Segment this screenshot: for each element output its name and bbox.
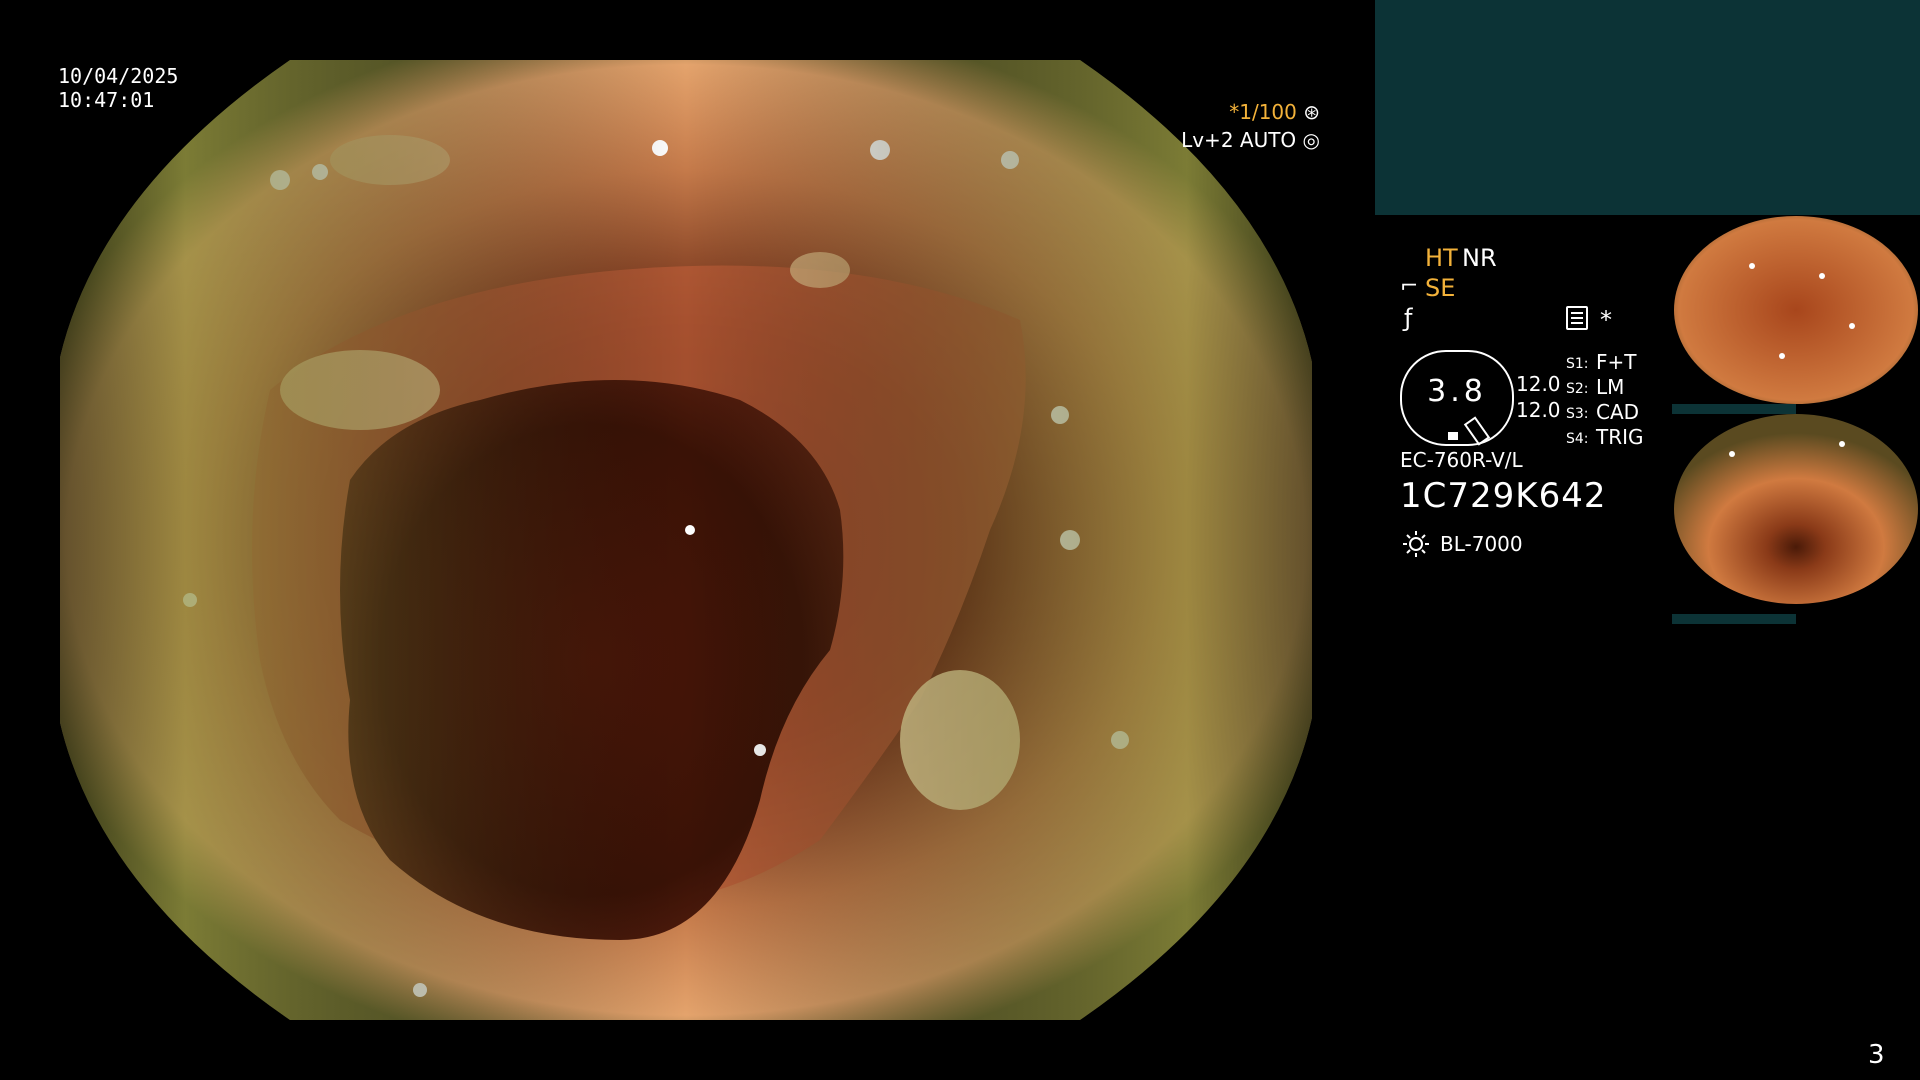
thumbnail-2[interactable] [1672, 414, 1920, 624]
dial-value: 3.8 [1427, 374, 1487, 409]
scope-serial: 1C729K642 [1400, 476, 1607, 516]
switch-3-value: CAD [1596, 400, 1640, 424]
light-source: BL-7000 [1440, 532, 1523, 556]
datetime: 10/04/2025 10:47:01 [58, 64, 178, 112]
freeze-icon: ƒ [1404, 304, 1413, 332]
structure-enhance-icon: ⌐ [1400, 274, 1419, 299]
auto-exposure-icon: ◎ [1302, 128, 1320, 152]
exposure-readout: Lv+2 AUTO ◎ [1160, 128, 1320, 152]
switch-1-label: S1: [1566, 356, 1589, 372]
ht-indicator: HT [1425, 244, 1458, 272]
date: 10/04/2025 [58, 64, 179, 88]
thumbnail-1-bar [1672, 404, 1796, 414]
scope-model: EC-760R-V/L [1400, 448, 1523, 472]
switch-1-value: F+T [1596, 350, 1637, 374]
thumbnail-2-image [1674, 414, 1918, 604]
readout-value-1: 12.0 [1516, 372, 1561, 396]
dial-mark [1448, 432, 1458, 440]
se-indicator: SE [1425, 274, 1456, 302]
shutter-icon: ⊛ [1303, 100, 1320, 124]
switch-4-value: TRIG [1596, 425, 1644, 449]
top-right-panel [1375, 0, 1920, 215]
readout-value-2: 12.0 [1516, 398, 1561, 422]
switch-4-label: S4: [1566, 431, 1589, 447]
switch-3-label: S3: [1566, 406, 1589, 422]
shutter-value: *1/100 [1229, 100, 1297, 124]
page-number: 3 [1868, 1040, 1885, 1070]
light-source-icon [1403, 531, 1429, 557]
thumbnail-1-image [1674, 216, 1918, 404]
time: 10:47:01 [58, 88, 155, 112]
thumbnail-2-bar [1672, 614, 1796, 624]
settings-icon [1566, 306, 1588, 330]
nr-indicator: NR [1462, 244, 1497, 272]
thumbnail-1[interactable] [1672, 216, 1920, 414]
switch-2-label: S2: [1566, 381, 1589, 397]
switch-2-value: LM [1596, 375, 1625, 399]
exposure-value: Lv+2 AUTO [1181, 128, 1297, 152]
endoscope-view [60, 60, 1312, 1020]
shutter-readout: *1/100 ⊛ [1196, 100, 1320, 124]
star-indicator: * [1600, 306, 1612, 334]
